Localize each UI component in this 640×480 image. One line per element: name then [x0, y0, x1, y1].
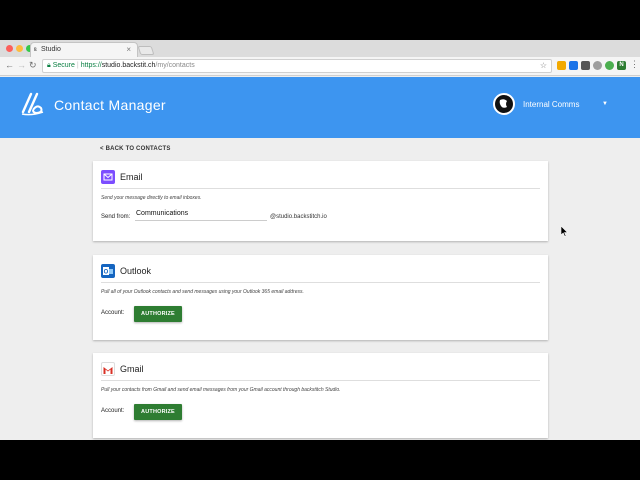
outlook-title: Outlook [120, 266, 152, 276]
lock-icon: 🔒︎ [47, 62, 51, 69]
email-title: Email [120, 172, 143, 182]
browser-window: ⲃ Studio × ← → ↻ 🔒︎ Secure | https://studi… [0, 40, 640, 440]
outlook-description: Pull all of your Outlook contacts and se… [101, 289, 304, 295]
extension-circle-icon[interactable] [593, 61, 602, 70]
account-name[interactable]: Internal Comms [523, 100, 579, 109]
outlook-authorize-button[interactable]: AUTHORIZE [134, 306, 182, 322]
gmail-icon [101, 362, 115, 376]
extension-blue-icon[interactable] [569, 61, 578, 70]
forward-arrow-icon[interactable]: → [17, 60, 26, 70]
back-to-contacts-link[interactable]: < BACK TO CONTACTS [100, 146, 171, 152]
globe-icon [496, 96, 512, 112]
url-divider: | [76, 62, 79, 69]
url-host: studio.backstit.ch [101, 62, 156, 69]
secure-label: Secure [52, 62, 75, 69]
tab-title: Studio [41, 46, 61, 53]
extension-lock-icon[interactable] [557, 61, 566, 70]
gmail-title: Gmail [120, 364, 144, 374]
backstitch-favicon-icon: ⲃ [34, 46, 37, 53]
send-from-input[interactable]: Communications [135, 210, 267, 221]
outlook-account-label: Account: [101, 310, 125, 316]
new-tab-button[interactable] [137, 46, 155, 55]
browser-menu-icon[interactable]: ⋮ [630, 59, 639, 70]
bookmark-star-icon[interactable]: ☆ [540, 61, 547, 70]
backstitch-logo-icon [21, 92, 44, 116]
back-arrow-icon[interactable]: ← [5, 60, 14, 70]
url-path: /my/contacts [155, 62, 195, 69]
browser-toolbar: ← → ↻ 🔒︎ Secure | https://studio.backstit.… [0, 57, 640, 76]
svg-text:O: O [104, 270, 109, 276]
divider [101, 188, 540, 189]
gmail-authorize-button[interactable]: AUTHORIZE [134, 404, 182, 420]
reload-icon[interactable]: ↻ [29, 60, 37, 71]
tab-strip: ⲃ Studio × [0, 40, 640, 57]
extension-green-icon[interactable] [605, 61, 614, 70]
gmail-account-label: Account: [101, 408, 125, 414]
gmail-card: Gmail Pull your contacts from Gmail and … [93, 353, 548, 438]
app-title: Contact Manager [54, 97, 166, 113]
url-scheme: https:// [80, 62, 102, 69]
tab-close-icon[interactable]: × [126, 45, 131, 54]
divider [101, 380, 540, 381]
email-domain-suffix: @studio.backstitch.io [270, 214, 327, 220]
app-header: Contact Manager Internal Comms ▼ [0, 77, 640, 138]
account-avatar[interactable] [493, 93, 515, 115]
envelope-icon [101, 170, 115, 184]
browser-tab[interactable]: ⲃ Studio × [30, 42, 138, 57]
outlook-card: O Outlook Pull all of your Outlook conta… [93, 255, 548, 340]
mouse-cursor-icon [561, 226, 569, 237]
email-description: Send your message directly to email inbo… [101, 195, 202, 201]
email-card: Email Send your message directly to emai… [93, 161, 548, 241]
extension-n-icon[interactable]: N [617, 61, 626, 70]
outlook-icon: O [101, 264, 115, 278]
close-window-icon[interactable] [6, 45, 13, 52]
send-from-label: Send from: [101, 214, 131, 220]
gmail-description: Pull your contacts from Gmail and send e… [101, 387, 341, 393]
address-bar[interactable]: 🔒︎ Secure | https://studio.backstit.ch/my/… [42, 59, 552, 73]
account-dropdown-icon[interactable]: ▼ [602, 101, 608, 107]
extension-pen-icon[interactable] [581, 61, 590, 70]
minimize-window-icon[interactable] [16, 45, 23, 52]
divider [101, 282, 540, 283]
